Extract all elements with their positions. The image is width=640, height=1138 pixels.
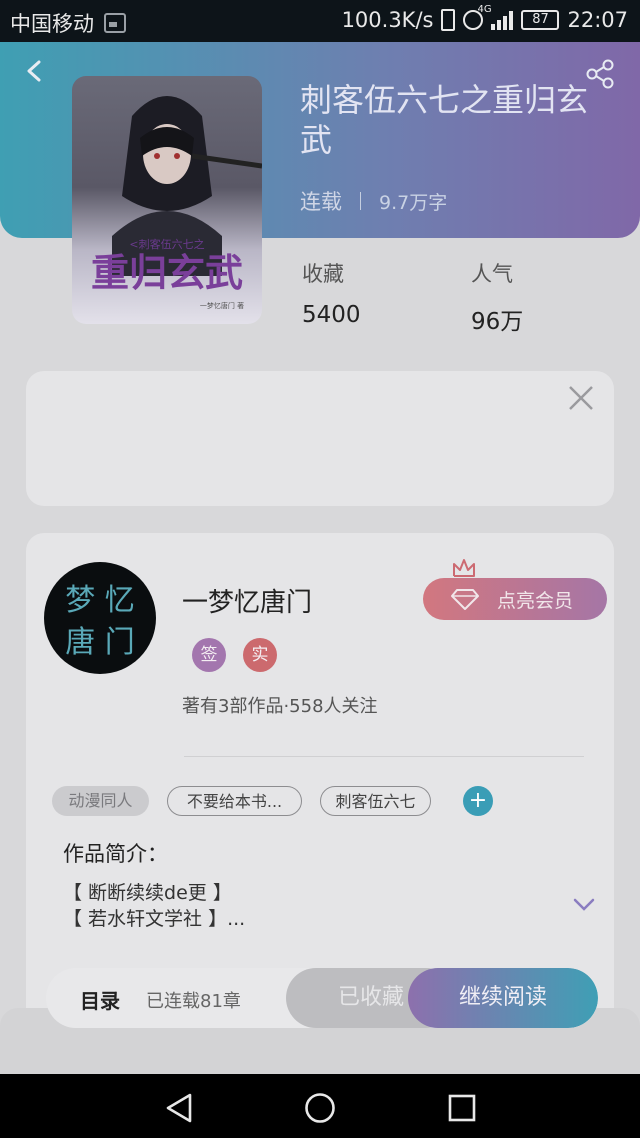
network-type: 4G [477,4,492,15]
tag-item[interactable]: 刺客伍六七 [320,786,431,816]
popularity-label: 人气 [471,262,513,286]
signal-icon: 4G [477,4,514,30]
vip-label: 点亮会员 [497,589,574,612]
author-avatar[interactable]: 梦 忆 唐 门 [44,562,156,674]
intro-line: 【 若水轩文学社 】... [63,908,246,930]
close-icon[interactable] [568,385,594,411]
diamond-icon [451,589,479,610]
avatar-text-bottom: 唐 门 [65,625,135,660]
book-cover[interactable]: <刺客伍六七之 重归玄武 一梦忆唐门 著 [72,76,262,324]
serialized-count[interactable]: 已连载81章 [146,987,241,1013]
book-status-row: 连载 9.7万字 [300,186,447,216]
collect-label: 收藏 [302,262,344,286]
clock: 22:07 [567,8,628,32]
carrier-label: 中国移动 [10,12,94,36]
intro-title: 作品简介： [63,842,168,866]
cover-art: <刺客伍六七之 重归玄武 一梦忆唐门 著 [91,96,262,310]
back-icon[interactable] [24,60,46,82]
vibrate-icon [441,9,456,31]
chevron-down-icon[interactable] [572,897,596,913]
collect-value: 5400 [302,302,361,328]
avatar-art: 梦 忆 唐 门 [65,583,135,660]
add-tag-button[interactable]: + [463,786,493,816]
real-name-badge: 实 [243,638,277,672]
cover-author: 一梦忆唐门 著 [200,301,244,310]
battery-icon: 87 [521,10,560,30]
avatar-text-top: 梦 忆 [65,583,135,618]
serial-status: 连载 [300,190,342,214]
tag-item[interactable]: 不要给本书... [167,786,302,816]
cover-title-top: <刺客伍六七之 [129,237,204,251]
system-nav-bar [0,1074,640,1138]
nav-home-icon[interactable] [304,1092,336,1124]
nav-back-icon[interactable] [164,1092,194,1124]
author-name[interactable]: 一梦忆唐门 [182,582,312,619]
word-count: 9.7万字 [379,191,448,214]
author-meta: 著有3部作品·558人关注 [182,696,378,717]
popularity-stat: 人气 96万 [471,258,523,336]
vip-button[interactable]: 点亮会员 [423,578,607,620]
popularity-value: 96万 [471,309,524,335]
ad-card [26,371,614,506]
tag-item[interactable]: 动漫同人 [52,786,149,816]
status-divider [360,192,361,210]
nav-recent-icon[interactable] [448,1094,476,1122]
collect-stat: 收藏 5400 [302,258,361,328]
book-title: 刺客伍六七之重归玄武 [300,81,589,159]
toc-button[interactable]: 目录 [80,985,120,1014]
network-speed: 100.3K/s [341,8,434,32]
action-bar: 目录 已连载81章 已收藏 继续阅读 [46,968,598,1028]
continue-reading-button[interactable]: 继续阅读 [408,968,598,1028]
crown-icon [453,559,475,577]
card-divider [184,756,584,757]
signed-badge: 签 [192,638,226,672]
status-bar: 中国移动 100.3K/s 4G 87 22:07 [0,0,640,42]
intro-line: 【 断断续续de更 】 [63,882,232,904]
intro-text: 【 断断续续de更 】 【 若水轩文学社 】... [63,880,245,932]
cover-title-main: 重归玄武 [91,250,243,295]
image-notification-icon [104,13,126,33]
